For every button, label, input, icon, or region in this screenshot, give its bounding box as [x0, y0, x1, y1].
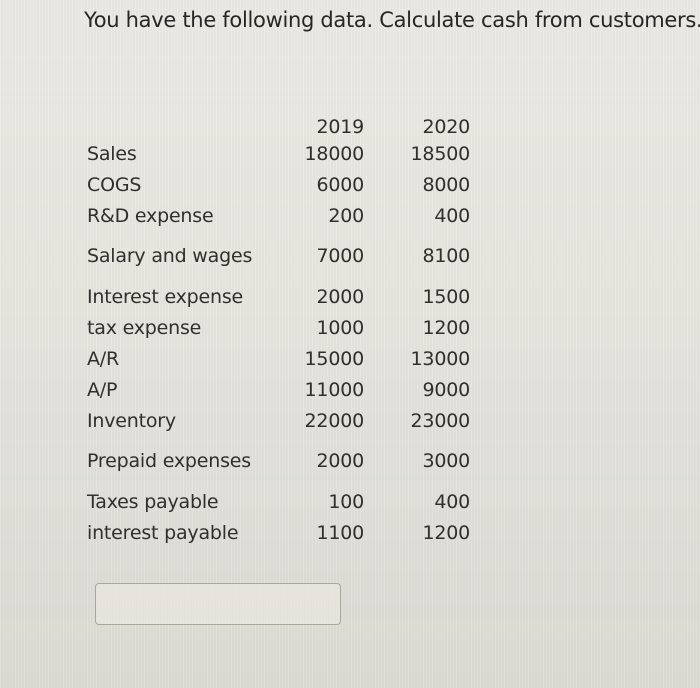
row-label: A/R	[87, 347, 120, 370]
financial-data-table: 2019 2020 Sales 18000 18500 COGS 6000 80…	[87, 108, 470, 548]
value-2020: 8100	[422, 245, 470, 267]
table-header-row: 2019 2020	[87, 108, 470, 138]
row-label: Inventory	[87, 409, 176, 432]
table-row: Salary and wages 7000 8100	[87, 231, 470, 281]
value-2020: 1200	[422, 316, 470, 339]
value-2019: 1100	[316, 521, 364, 544]
row-label: Salary and wages	[87, 245, 253, 267]
value-2019: 200	[328, 204, 364, 227]
value-2020: 1500	[422, 285, 470, 308]
value-2020: 400	[434, 204, 470, 227]
row-label: Taxes payable	[87, 490, 219, 513]
table-row: tax expense 1000 1200	[87, 312, 470, 343]
answer-input[interactable]	[95, 583, 341, 625]
table-row: Prepaid expenses 2000 3000	[87, 436, 470, 486]
row-label: COGS	[87, 173, 142, 196]
value-2020: 8000	[422, 173, 470, 196]
value-2019: 1000	[316, 316, 364, 339]
row-label: interest payable	[87, 521, 239, 544]
value-2020: 18500	[410, 142, 471, 165]
table-row: Taxes payable 100 400	[87, 486, 470, 517]
table-row: Interest expense 2000 1500	[87, 281, 470, 312]
row-label: R&D expense	[87, 204, 214, 227]
table-row: Sales 18000 18500	[87, 138, 470, 169]
header-label	[87, 108, 292, 138]
row-label: tax expense	[87, 316, 202, 339]
table-row: R&D expense 200 400	[87, 200, 470, 231]
value-2019: 2000	[316, 285, 364, 308]
table-row: COGS 6000 8000	[87, 169, 470, 200]
row-label: A/P	[87, 378, 118, 401]
row-label: Sales	[87, 142, 137, 165]
value-2019: 11000	[304, 378, 365, 401]
value-2019: 18000	[304, 142, 365, 165]
value-2020: 13000	[410, 347, 471, 370]
table-row: A/P 11000 9000	[87, 374, 470, 405]
value-2019: 22000	[304, 409, 365, 432]
value-2020: 3000	[422, 450, 470, 472]
value-2019: 15000	[304, 347, 365, 370]
header-2019: 2019	[316, 116, 364, 138]
row-label: Interest expense	[87, 285, 244, 308]
value-2019: 6000	[316, 173, 364, 196]
question-text: You have the following data. Calculate c…	[84, 8, 700, 32]
value-2019: 2000	[316, 450, 364, 472]
value-2019: 7000	[316, 245, 364, 267]
header-2020: 2020	[422, 116, 470, 138]
value-2020: 1200	[422, 521, 470, 544]
table-row: interest payable 1100 1200	[87, 517, 470, 548]
value-2019: 100	[328, 490, 364, 513]
value-2020: 400	[434, 490, 470, 513]
value-2020: 9000	[422, 378, 470, 401]
table-row: Inventory 22000 23000	[87, 405, 470, 436]
value-2020: 23000	[410, 409, 471, 432]
row-label: Prepaid expenses	[87, 450, 251, 472]
table-row: A/R 15000 13000	[87, 343, 470, 374]
question-page: You have the following data. Calculate c…	[0, 0, 700, 688]
